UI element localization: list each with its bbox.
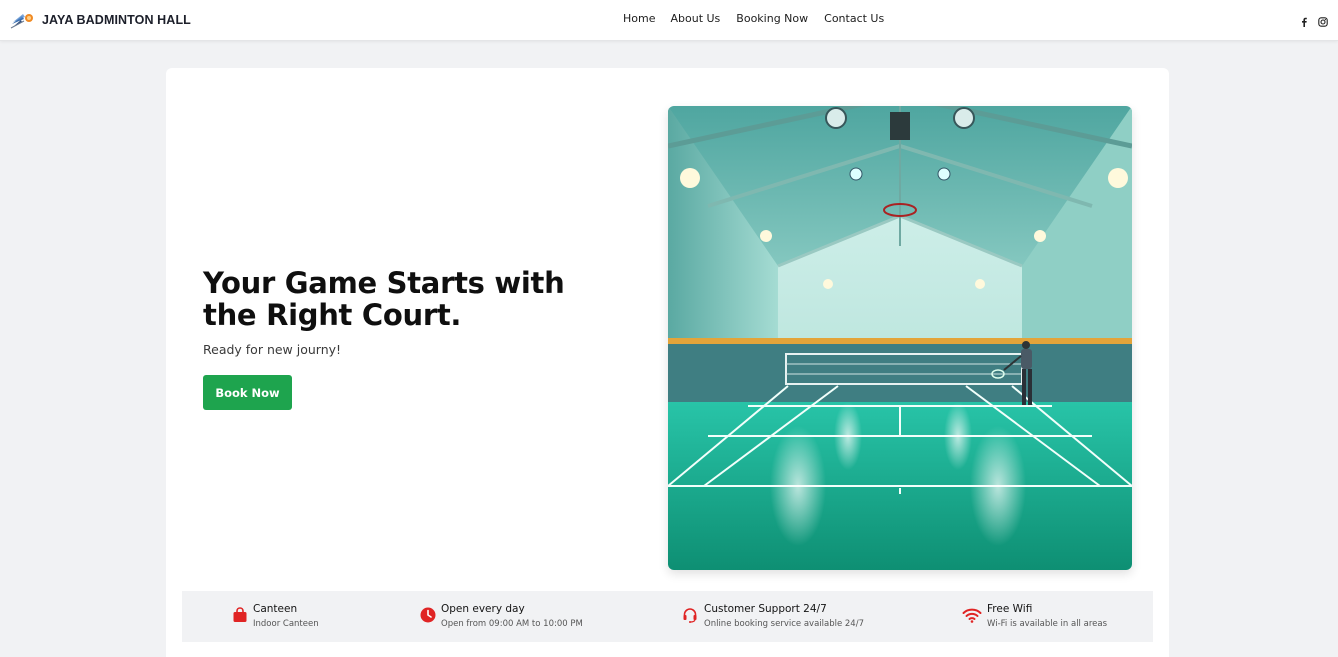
- nav-about-link[interactable]: About Us: [670, 12, 720, 25]
- brand-name: JAYA BADMINTON HALL: [42, 13, 191, 27]
- nav-contact-link[interactable]: Contact Us: [824, 12, 884, 25]
- shuttlecock-logo-icon: [10, 14, 33, 29]
- shopping-bag-icon: [232, 607, 248, 623]
- feature-description: Online booking service available 24/7: [704, 619, 864, 629]
- instagram-icon[interactable]: [1318, 12, 1328, 27]
- main-nav: Home About Us Booking Now Contact Us: [623, 12, 884, 25]
- book-now-button[interactable]: Book Now: [203, 375, 292, 410]
- hero-card: Your Game Starts with the Right Court. R…: [166, 68, 1169, 657]
- indoor-badminton-court-photo: [668, 106, 1132, 570]
- brand-link[interactable]: JAYA BADMINTON HALL: [10, 9, 191, 31]
- features-bar: Canteen Indoor Canteen Open every day Op…: [182, 591, 1153, 642]
- clock-icon: [420, 607, 436, 623]
- social-links: [1299, 12, 1328, 27]
- nav-home-link[interactable]: Home: [623, 12, 655, 25]
- headset-icon: [682, 607, 698, 623]
- feature-description: Open from 09:00 AM to 10:00 PM: [441, 619, 583, 629]
- hero-title: Your Game Starts with the Right Court.: [203, 266, 565, 332]
- wifi-icon: [962, 607, 982, 623]
- feature-title: Free Wifi: [987, 603, 1033, 615]
- navbar: JAYA BADMINTON HALL Home About Us Bookin…: [0, 0, 1338, 41]
- feature-description: Wi-Fi is available in all areas: [987, 619, 1108, 629]
- feature-description: Indoor Canteen: [253, 619, 319, 629]
- feature-title: Customer Support 24/7: [704, 603, 827, 615]
- nav-booking-link[interactable]: Booking Now: [736, 12, 808, 25]
- feature-title: Open every day: [441, 603, 525, 615]
- hero-subtitle: Ready for new journy!: [203, 342, 342, 357]
- feature-title: Canteen: [253, 603, 298, 615]
- facebook-icon[interactable]: [1299, 12, 1309, 27]
